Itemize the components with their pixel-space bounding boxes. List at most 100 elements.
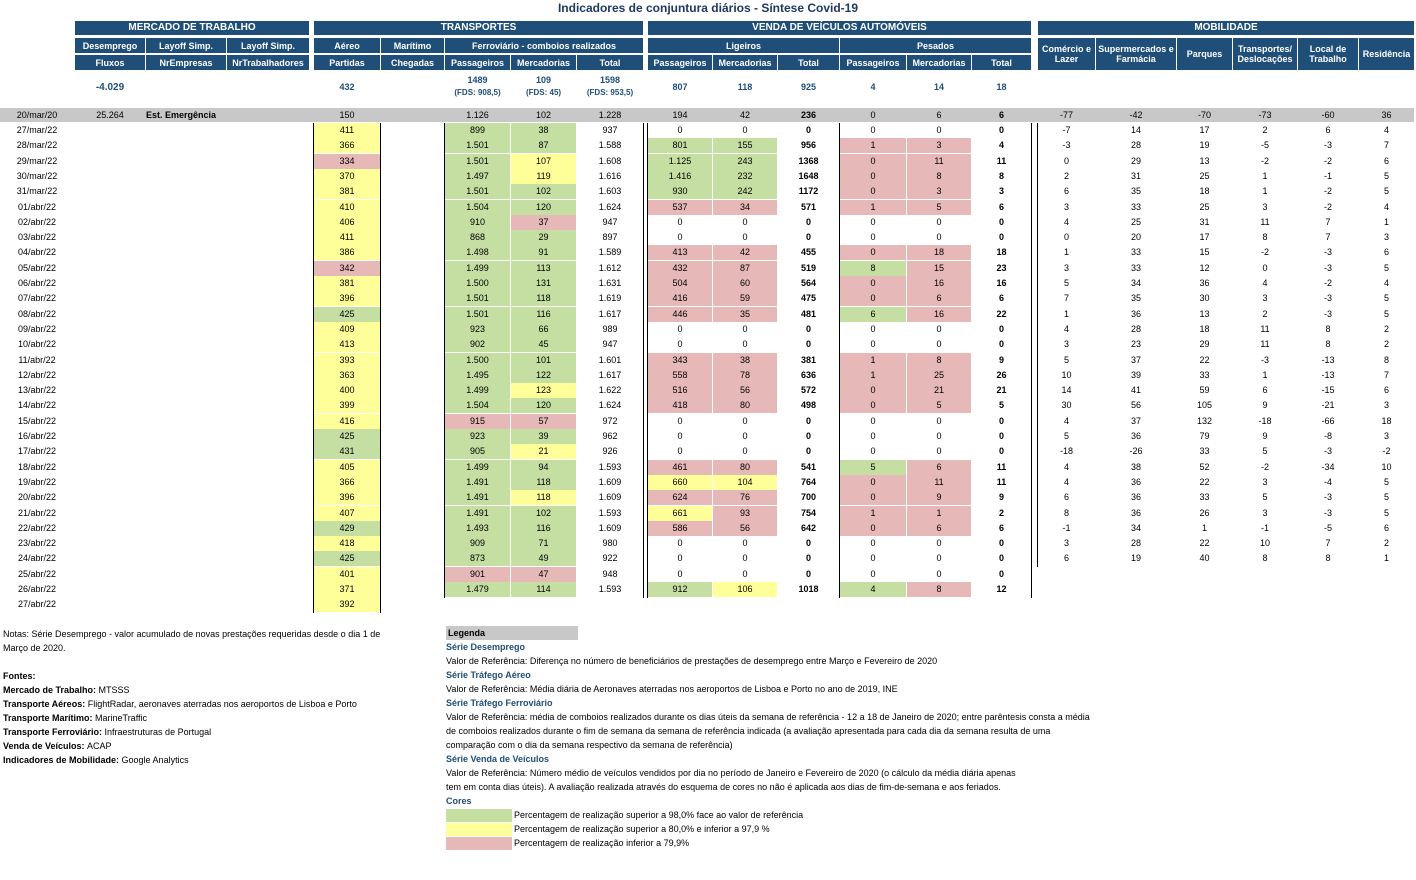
row-fer-mercadorias: 45 [511, 337, 576, 352]
row-fer-passageiros: 1.499 [445, 460, 510, 475]
row-mob-0: 14 [1061, 385, 1072, 395]
row-pes-total: 0 [998, 232, 1004, 242]
row-fer-mercadorias: 37 [511, 215, 576, 230]
row-pes-passageiros: 6 [840, 307, 906, 322]
row-mob-3: 8 [1262, 232, 1268, 242]
row-pes-mercadorias: 0 [936, 538, 942, 548]
row-mob-2: 17 [1199, 125, 1210, 135]
header-lay2-nrtrabalhadores: NrTrabalhadores [227, 55, 309, 70]
row-fer-total: 1.609 [598, 492, 622, 502]
row-mob-2: 22 [1199, 477, 1210, 487]
row-mob-2: 22 [1199, 355, 1210, 365]
row-mob-1: 37 [1130, 355, 1141, 365]
row-mob-1: 31 [1130, 171, 1141, 181]
row-pes-total: 6 [998, 523, 1004, 533]
row-lig-mercadorias: 0 [742, 125, 748, 135]
row-aereo: 429 [314, 521, 380, 536]
header-ferroviario: Ferroviário - comboios realizados [445, 38, 643, 53]
row-pes-mercadorias: 6 [907, 460, 971, 475]
row-pes-passageiros: 0 [840, 276, 906, 291]
row-fer-mercadorias: 47 [511, 567, 576, 582]
aereo-right-border [380, 123, 381, 613]
row-lig-total: 636 [800, 370, 817, 380]
row-pes-passageiros: 8 [840, 261, 906, 276]
row-fer-passageiros: 1.504 [445, 200, 510, 215]
header-local-trabalho: Local de Trabalho [1298, 38, 1358, 70]
row-fer-passageiros: 1.499 [445, 383, 510, 398]
row-fer-total: 1.622 [598, 385, 622, 395]
row-lig-total: 475 [800, 293, 817, 303]
row-aereo: 381 [314, 184, 380, 199]
row-fer-mercadorias: 123 [511, 383, 576, 398]
header-layoff-empresas: Layoff Simp. [146, 38, 226, 53]
row-lig-total: 0 [805, 339, 811, 349]
notes-text: Notas: Série Desemprego - valor acumulad… [3, 629, 381, 653]
row-fer-passageiros: 909 [445, 536, 510, 551]
row-mob-0: 8 [1063, 508, 1069, 518]
row-pes-total: 23 [996, 263, 1007, 273]
row-fer-passageiros: 1.504 [445, 398, 510, 413]
row-fer-mercadorias: 107 [511, 154, 576, 169]
row-lig-passageiros: 1.125 [648, 154, 712, 169]
row-mob-3: 5 [1262, 446, 1268, 456]
row-mob-2: 25 [1199, 202, 1210, 212]
row-fer-passageiros: 923 [445, 429, 510, 444]
row-fer-total: 1.624 [598, 400, 622, 410]
row-mob-2: 29 [1199, 339, 1210, 349]
row-mob-5: 1 [1383, 217, 1389, 227]
row-pes-passageiros: 1 [840, 138, 906, 153]
row-date: 08/abr/22 [17, 309, 57, 319]
row-mob-0: 4 [1063, 462, 1069, 472]
row-mob-3: -2 [1260, 247, 1269, 257]
veic-right-border [1031, 123, 1032, 598]
row-date: 03/abr/22 [17, 232, 57, 242]
row-mob-0: -7 [1062, 125, 1071, 135]
header-pt-total: Total [972, 55, 1031, 70]
row-mob-2: 36 [1199, 278, 1210, 288]
row-mob-3: 2 [1262, 309, 1268, 319]
row-mob-5: 4 [1383, 278, 1389, 288]
row-lig-mercadorias: 0 [742, 339, 748, 349]
row-pes-passageiros: 0 [840, 245, 906, 260]
row-lig-total: 498 [800, 400, 817, 410]
row-lig-total: 572 [800, 385, 817, 395]
emergency-lp: 194 [672, 110, 688, 120]
row-pes-passageiros: 0 [870, 553, 876, 563]
row-pes-total: 11 [996, 477, 1007, 487]
row-mob-2: 12 [1199, 263, 1210, 273]
row-fer-passageiros: 1.500 [445, 353, 510, 368]
row-fer-mercadorias: 120 [511, 398, 576, 413]
legend-s1: Série Desemprego [446, 642, 526, 652]
source-value: Google Analytics [121, 755, 189, 765]
row-date: 04/abr/22 [17, 247, 57, 257]
row-fer-passageiros: 1.499 [445, 261, 510, 276]
header-des-fluxos: Fluxos [75, 55, 145, 70]
row-lig-mercadorias: 80 [713, 398, 777, 413]
row-fer-passageiros: 1.500 [445, 276, 510, 291]
fer-left-border [444, 123, 445, 598]
row-mob-1: 34 [1130, 523, 1141, 533]
legend-title: Legenda [446, 626, 578, 640]
row-mob-1: 33 [1130, 263, 1141, 273]
row-pes-total: 4 [998, 140, 1004, 150]
row-mob-4: -2 [1323, 186, 1332, 196]
row-mob-5: 4 [1383, 125, 1389, 135]
row-mob-4: -2 [1323, 156, 1332, 166]
row-pes-total: 11 [996, 462, 1007, 472]
sources-list: Mercado de Trabalho: MTSSS Transporte Aér… [3, 683, 383, 767]
row-pes-mercadorias: 25 [907, 368, 971, 383]
legend-color-yellow: Percentagem de realização superior a 80,… [446, 822, 1096, 837]
row-lig-mercadorias: 93 [713, 506, 777, 521]
row-pes-passageiros: 0 [870, 232, 876, 242]
row-mob-1: 41 [1130, 385, 1141, 395]
row-fer-passageiros: 899 [445, 123, 510, 138]
row-fer-total: 926 [602, 446, 618, 456]
row-fer-passageiros: 1.493 [445, 521, 510, 536]
row-mob-4: -3 [1323, 140, 1332, 150]
row-mob-2: 13 [1199, 309, 1210, 319]
row-mob-1: 28 [1130, 140, 1141, 150]
row-fer-passageiros: 901 [445, 567, 510, 582]
row-pes-passageiros: 0 [840, 383, 906, 398]
row-mob-0: 6 [1063, 492, 1069, 502]
row-pes-passageiros: 1 [840, 506, 906, 521]
